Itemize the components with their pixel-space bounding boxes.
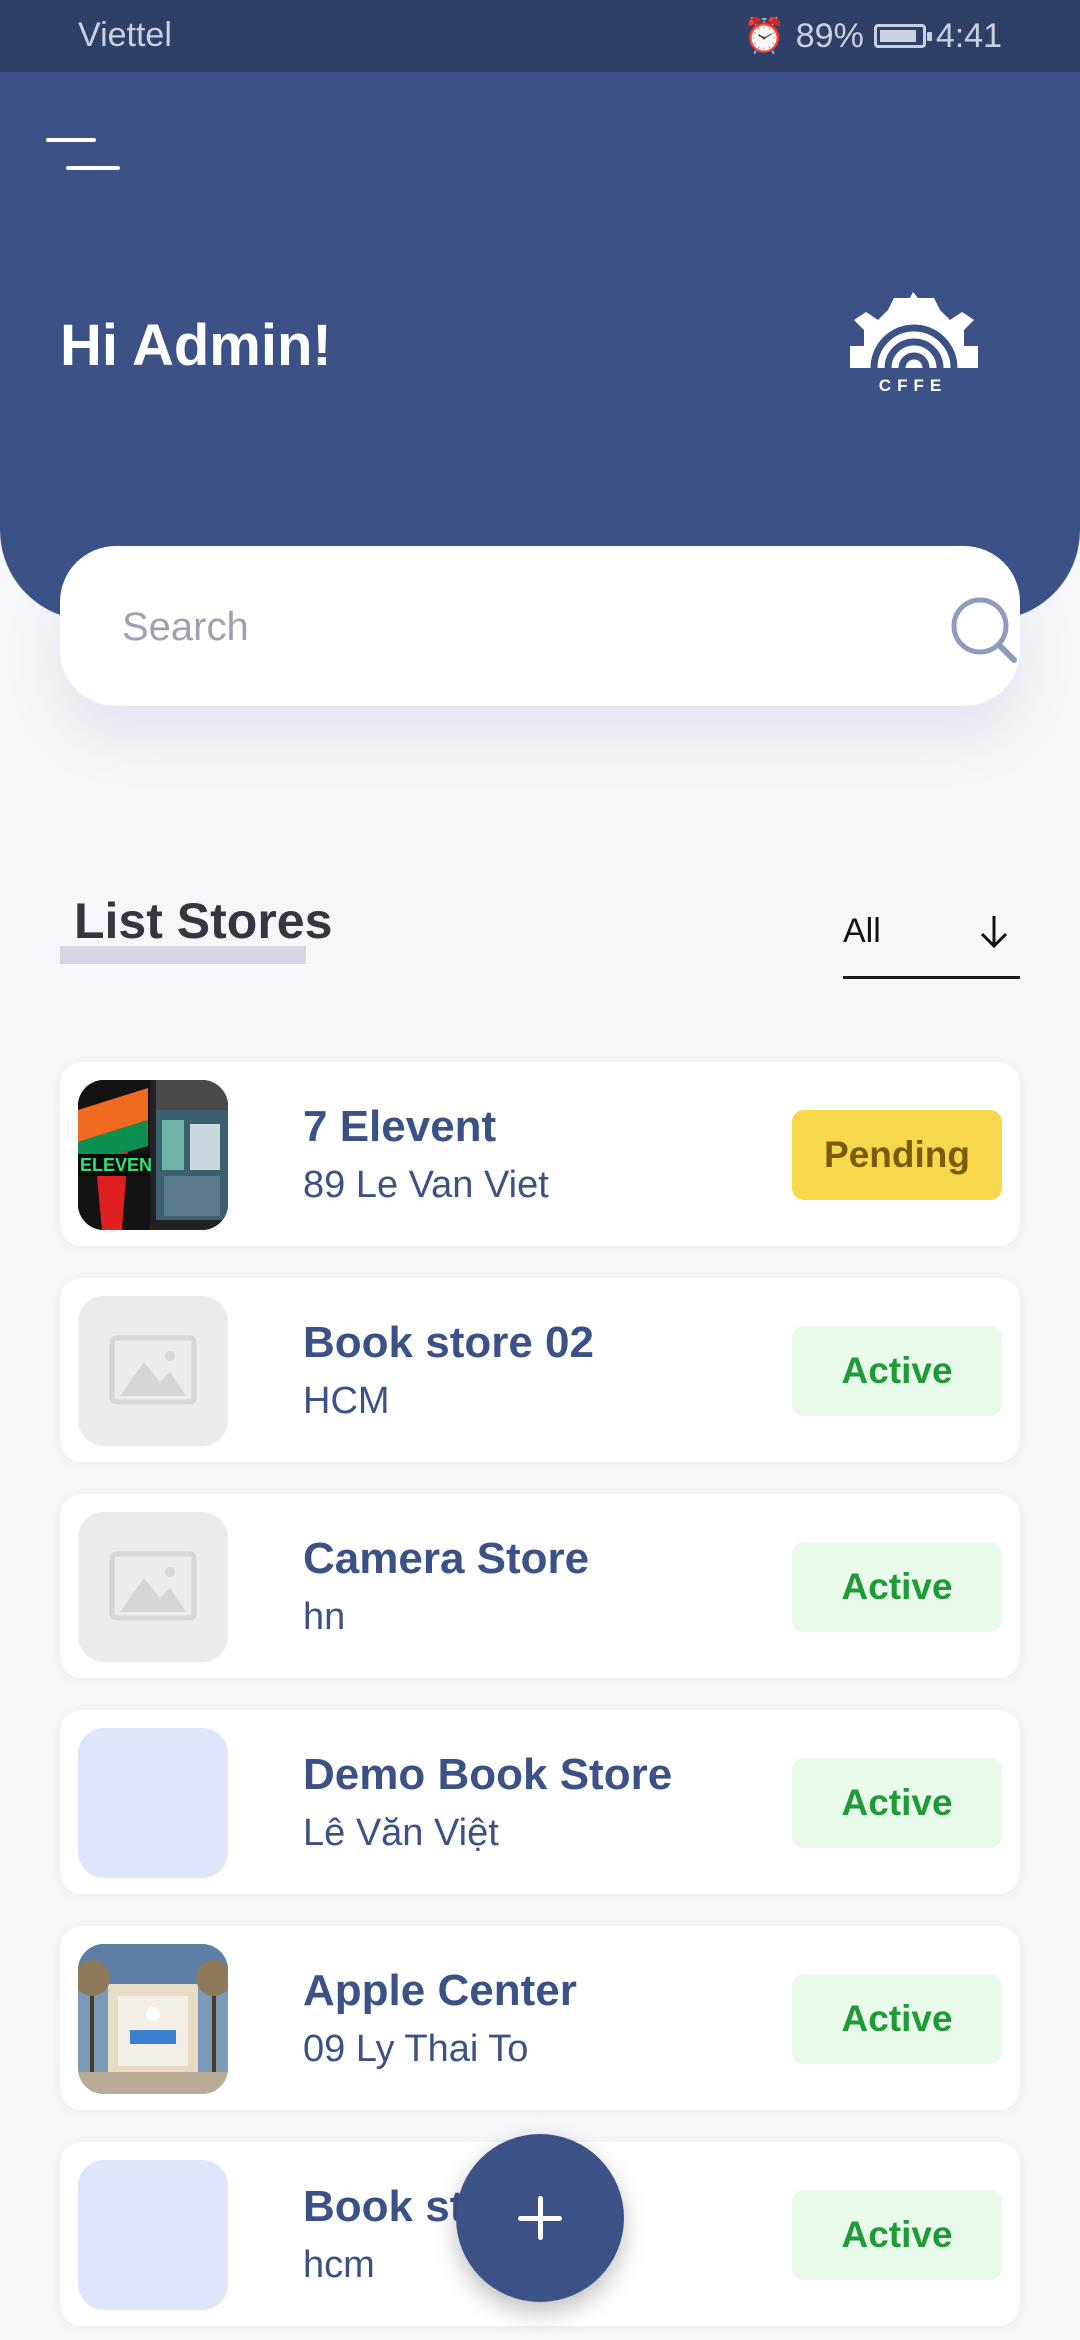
- store-address: 09 Ly Thai To: [303, 2028, 529, 2070]
- store-card[interactable]: Demo Book Store Lê Văn Việt Active: [60, 1710, 1020, 1894]
- store-name: Book store 02: [303, 1318, 594, 1367]
- battery-icon: [873, 24, 932, 48]
- store-card[interactable]: ELEVEN 7 Elevent 89 Le Van Viet Pending: [60, 1062, 1020, 1246]
- status-badge: Active: [792, 1758, 1002, 1848]
- menu-icon[interactable]: [46, 138, 124, 178]
- section-title: List Stores: [74, 893, 333, 949]
- store-card[interactable]: Apple Center 09 Ly Thai To Active: [60, 1926, 1020, 2110]
- store-name: Camera Store: [303, 1534, 590, 1583]
- svg-text:ELEVEN: ELEVEN: [80, 1155, 152, 1175]
- filter-value: All: [843, 912, 881, 950]
- status-badge: Active: [792, 1974, 1002, 2064]
- store-address: Lê Văn Việt: [303, 1812, 499, 1854]
- arrow-down-icon: [976, 912, 1012, 952]
- store-card[interactable]: Camera Store hn Active: [60, 1494, 1020, 1678]
- store-card[interactable]: Book store 02 HCM Active: [60, 1278, 1020, 1462]
- status-badge: Active: [792, 1542, 1002, 1632]
- image-placeholder-icon: [78, 1296, 228, 1446]
- search-box: [60, 546, 1020, 706]
- status-bar: Viettel ⏰ 89% 4:41: [0, 0, 1080, 72]
- store-name: 7 Elevent: [303, 1102, 497, 1151]
- search-input[interactable]: [120, 586, 884, 668]
- store-name: Demo Book Store: [303, 1750, 673, 1799]
- carrier-label: Viettel: [78, 16, 172, 54]
- store-address: 89 Le Van Viet: [303, 1164, 549, 1206]
- alarm-icon: ⏰: [743, 17, 786, 55]
- add-store-button[interactable]: [456, 2134, 624, 2302]
- store-photo: ELEVEN: [78, 1080, 228, 1230]
- store-thumbnail: [78, 1728, 228, 1878]
- status-filter-select[interactable]: All: [843, 900, 1020, 979]
- search-icon[interactable]: [948, 594, 1020, 666]
- brand-logo: CFFE: [838, 290, 988, 400]
- store-address: hn: [303, 1596, 346, 1638]
- battery-percent: 89%: [795, 16, 864, 55]
- status-badge: Active: [792, 1326, 1002, 1416]
- brand-logo-text: CFFE: [878, 376, 948, 395]
- store-thumbnail: [78, 2160, 228, 2310]
- image-placeholder-icon: [78, 1512, 228, 1662]
- clock: 4:41: [935, 16, 1002, 55]
- store-address: hcm: [303, 2244, 375, 2286]
- store-address: HCM: [303, 1380, 390, 1422]
- status-badge: Pending: [792, 1110, 1002, 1200]
- status-right: ⏰ 89% 4:41: [743, 16, 1002, 56]
- greeting-title: Hi Admin!: [60, 313, 332, 378]
- store-photo: [78, 1944, 228, 2094]
- status-badge: Active: [792, 2190, 1002, 2280]
- store-name: Apple Center: [303, 1966, 577, 2015]
